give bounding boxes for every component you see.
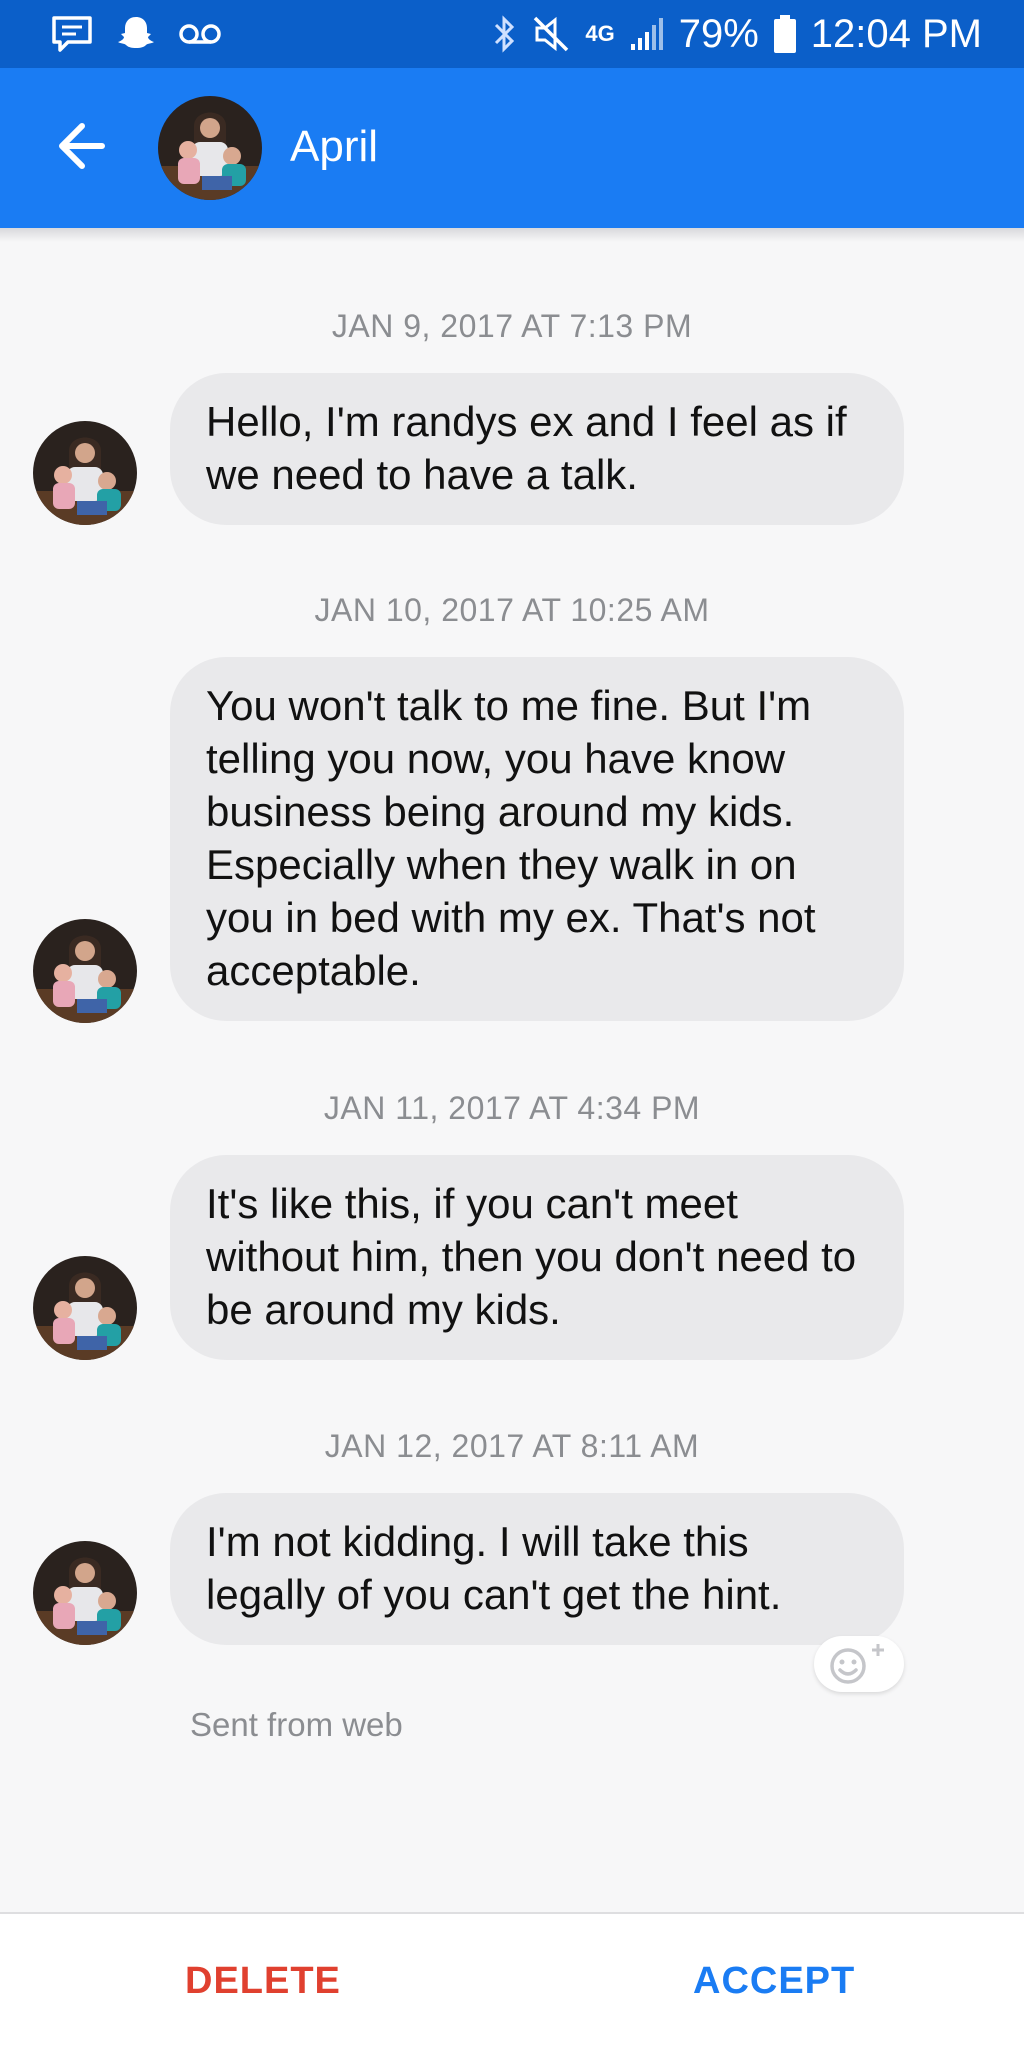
snapchat-icon [118, 17, 154, 48]
voicemail-icon [179, 24, 221, 44]
message-timestamp: JAN 12, 2017 AT 8:11 AM [324, 1428, 700, 1464]
back-arrow-icon[interactable] [52, 118, 108, 174]
bluetooth-icon [495, 15, 515, 53]
message-timestamp: JAN 9, 2017 AT 7:13 PM [331, 308, 693, 344]
add-reaction-icon [830, 1644, 884, 1684]
message-bubble[interactable]: I'm not kidding. I will take this legall… [170, 1493, 904, 1645]
clock: 12:04 PM [810, 11, 982, 56]
mute-icon [534, 16, 569, 52]
message-bubble[interactable]: Hello, I'm randys ex and I feel as if we… [170, 373, 904, 525]
header-shadow [0, 228, 1024, 242]
messages-icon [52, 16, 92, 52]
sender-avatar[interactable] [33, 919, 137, 1023]
message-request-footer: DELETE ACCEPT [0, 1912, 1024, 2048]
accept-button[interactable]: ACCEPT [693, 1960, 855, 2003]
message-bubble[interactable]: You won't talk to me fine. But I'm telli… [170, 657, 904, 1021]
status-bar: 4G 79% 12:04 PM [0, 0, 1024, 68]
sender-avatar[interactable] [33, 1541, 137, 1645]
battery-icon [773, 15, 796, 53]
sent-from-label: Sent from web [190, 1706, 403, 1743]
signal-icon [630, 18, 663, 50]
network-type: 4G [585, 21, 615, 46]
add-reaction-button[interactable] [814, 1636, 904, 1692]
status-bar-left [50, 14, 222, 54]
delete-button[interactable]: DELETE [185, 1960, 341, 2003]
sender-avatar[interactable] [33, 421, 137, 525]
battery-percent: 79% [678, 11, 759, 56]
conversation-header: April [0, 68, 1024, 228]
contact-avatar[interactable] [158, 96, 262, 200]
contact-name[interactable]: April [290, 122, 378, 172]
message-bubble[interactable]: It's like this, if you can't meet withou… [170, 1155, 904, 1360]
message-timestamp: JAN 11, 2017 AT 4:34 PM [323, 1090, 701, 1126]
sender-avatar[interactable] [33, 1256, 137, 1360]
status-bar-right: 4G 79% 12:04 PM [491, 8, 982, 60]
message-timestamp: JAN 10, 2017 AT 10:25 AM [314, 592, 710, 628]
